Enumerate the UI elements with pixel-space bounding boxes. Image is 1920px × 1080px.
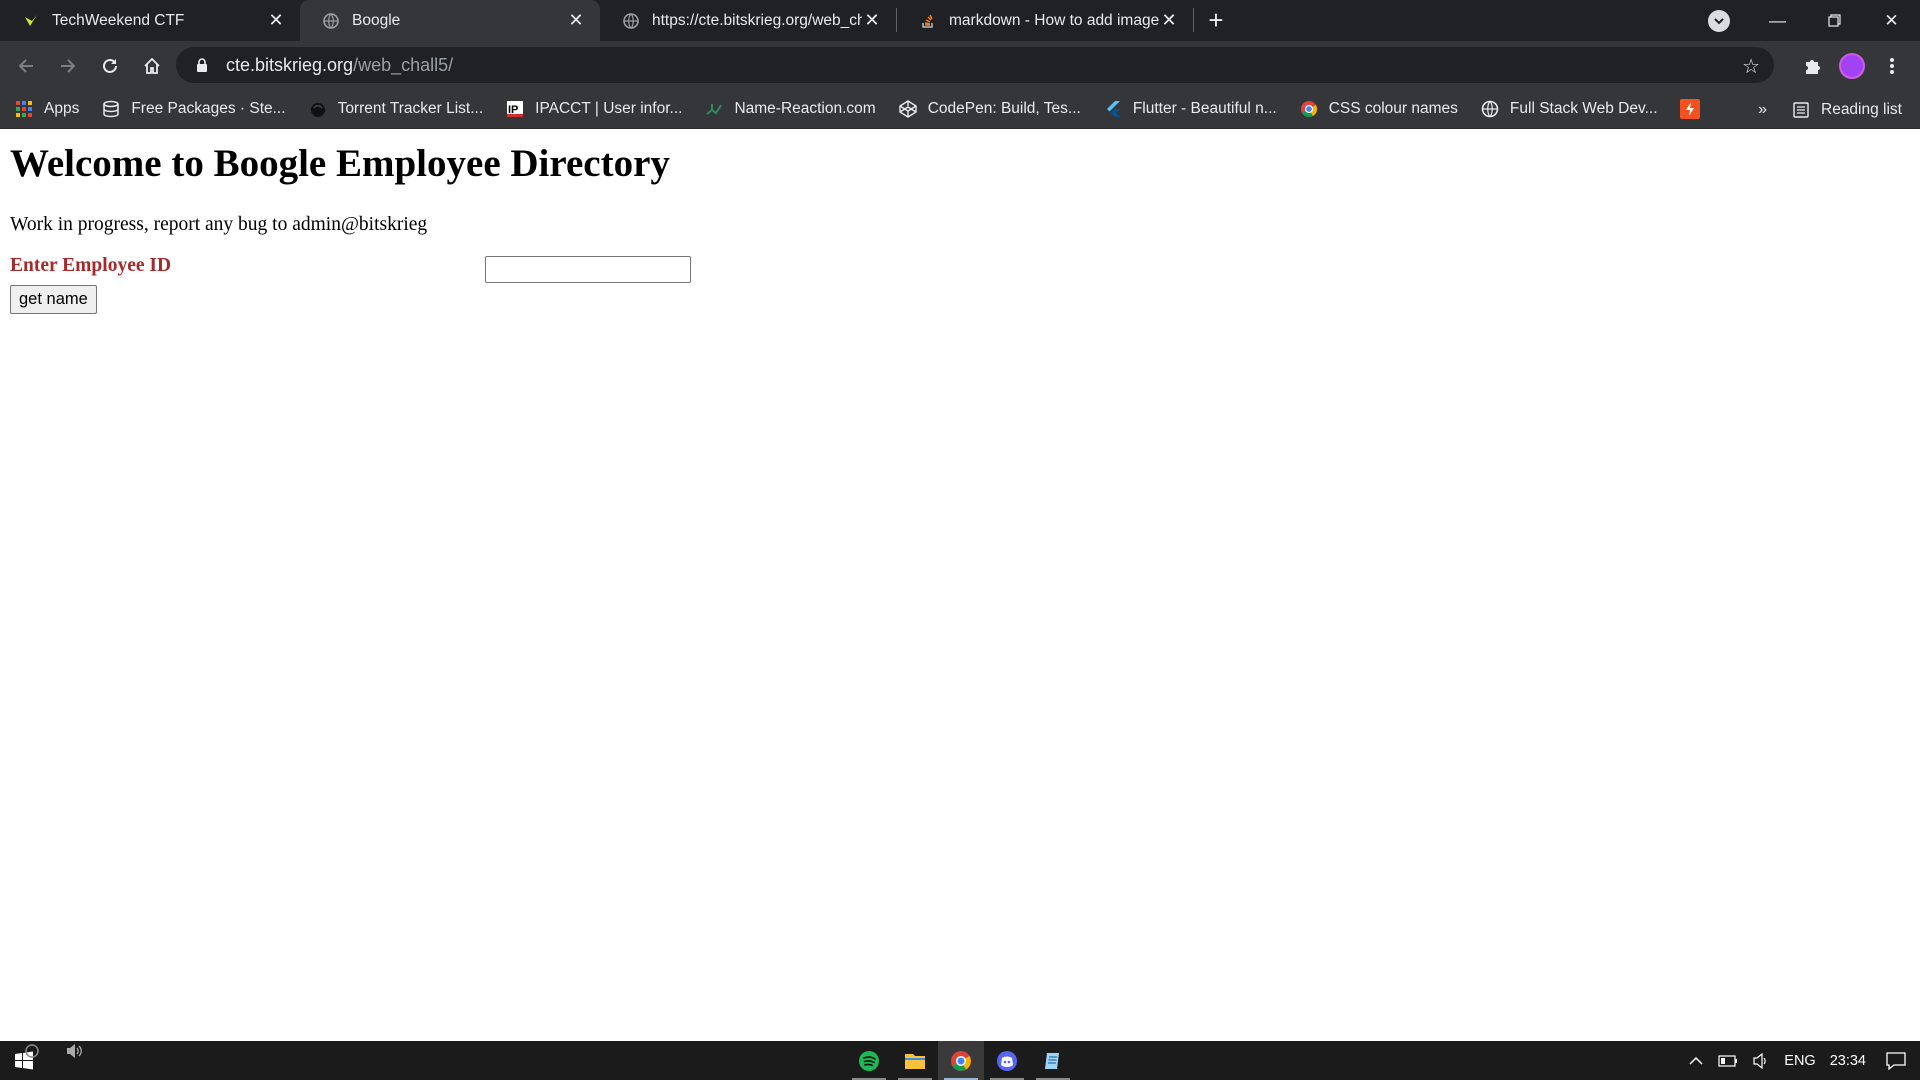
tab-title: markdown - How to add images bbox=[949, 11, 1159, 29]
toolbar-actions bbox=[1792, 41, 1920, 90]
globe-icon bbox=[322, 12, 340, 30]
close-icon[interactable]: ✕ bbox=[266, 10, 286, 31]
bookmark-star-icon[interactable]: ☆ bbox=[1742, 54, 1760, 79]
back-arrow-icon[interactable] bbox=[6, 46, 46, 86]
language-indicator[interactable]: ENG bbox=[1784, 1053, 1815, 1069]
bookmark-label: CSS colour names bbox=[1328, 100, 1458, 117]
codepen-icon bbox=[898, 99, 918, 119]
ipacct-icon: IP bbox=[505, 99, 525, 119]
forward-arrow-icon[interactable] bbox=[48, 46, 88, 86]
bookmark-label: Apps bbox=[44, 100, 80, 117]
tab-title: TechWeekend CTF bbox=[52, 11, 185, 29]
globe-icon bbox=[1480, 99, 1500, 119]
more-bookmarks-chevron-icon[interactable]: » bbox=[1758, 101, 1767, 119]
clock[interactable]: 23:34 bbox=[1830, 1053, 1866, 1069]
new-tab-button[interactable]: + bbox=[1194, 0, 1238, 41]
torrent-icon bbox=[308, 99, 328, 119]
tab-title: Boogle bbox=[352, 11, 401, 29]
address-bar[interactable]: cte.bitskrieg.org/web_chall5/ ☆ bbox=[176, 47, 1774, 83]
battery-icon[interactable] bbox=[1718, 1054, 1738, 1067]
stackoverflow-icon bbox=[919, 12, 937, 30]
bookmark-full-stack[interactable]: Full Stack Web Dev... bbox=[1480, 99, 1658, 119]
browser-toolbar: cte.bitskrieg.org/web_chall5/ ☆ bbox=[0, 41, 1920, 90]
bookmark-torrent-tracker[interactable]: Torrent Tracker List... bbox=[308, 99, 484, 119]
reading-list-icon bbox=[1791, 100, 1811, 120]
windows-taskbar: ENG 23:34 bbox=[0, 1041, 1920, 1080]
page-content: Welcome to Boogle Employee Directory Wor… bbox=[0, 129, 1920, 1041]
profile-avatar[interactable] bbox=[1832, 46, 1872, 86]
cortana-icon[interactable] bbox=[20, 1041, 44, 1061]
system-tray: ENG 23:34 bbox=[1688, 1041, 1920, 1080]
tab-web-chall5[interactable]: https://cte.bitskrieg.org/web_chall5/ ✕ bbox=[600, 0, 896, 41]
notes-icon bbox=[1042, 1050, 1064, 1072]
home-icon[interactable] bbox=[132, 46, 172, 86]
tab-strip: TechWeekend CTF ✕ Boogle ✕ https://cte.b… bbox=[0, 0, 1920, 41]
bookmark-label: CodePen: Build, Tes... bbox=[927, 100, 1081, 117]
window-controls: — ✕ bbox=[1749, 0, 1920, 41]
taskbar-file-explorer[interactable] bbox=[892, 1041, 938, 1080]
bookmark-label: Free Packages · Ste... bbox=[131, 100, 286, 117]
employee-id-input[interactable] bbox=[485, 256, 691, 283]
stack-icon bbox=[101, 99, 121, 119]
reading-list-button[interactable]: Reading list bbox=[1821, 101, 1902, 119]
bookmark-codepen[interactable]: CodePen: Build, Tes... bbox=[898, 99, 1081, 119]
taskbar-chrome[interactable] bbox=[938, 1041, 984, 1080]
close-icon[interactable]: ✕ bbox=[862, 10, 882, 31]
techweekend-favicon-icon bbox=[22, 12, 40, 30]
apps-grid-icon bbox=[14, 99, 34, 119]
menu-kebab-icon[interactable] bbox=[1872, 46, 1912, 86]
url-host: cte.bitskrieg.org bbox=[226, 54, 354, 75]
extensions-puzzle-icon[interactable] bbox=[1792, 46, 1832, 86]
bookmark-ipacct[interactable]: IP IPACCT | User infor... bbox=[505, 99, 682, 119]
employee-id-label: Enter Employee ID bbox=[10, 255, 172, 276]
chevron-up-icon[interactable] bbox=[1688, 1056, 1704, 1066]
bookmark-label: Name-Reaction.com bbox=[734, 100, 876, 117]
page-title: Welcome to Boogle Employee Directory bbox=[10, 142, 670, 185]
avatar bbox=[1839, 52, 1865, 79]
chrome-icon bbox=[950, 1050, 972, 1072]
lightning-icon bbox=[1679, 99, 1700, 119]
bookmarks-bar: Apps Free Packages · Ste... Torrent Trac… bbox=[0, 90, 1920, 129]
chrome-icon bbox=[1299, 99, 1319, 119]
bookmark-css-colour-names[interactable]: CSS colour names bbox=[1299, 99, 1458, 119]
discord-icon bbox=[996, 1050, 1018, 1072]
volume-small-icon[interactable] bbox=[62, 1041, 86, 1061]
lock-icon[interactable] bbox=[192, 55, 212, 75]
close-icon[interactable]: ✕ bbox=[1159, 10, 1179, 31]
taskbar-spotify[interactable] bbox=[846, 1041, 892, 1080]
bookmark-flutter[interactable]: Flutter - Beautiful n... bbox=[1103, 99, 1277, 119]
bookmark-label: Full Stack Web Dev... bbox=[1509, 100, 1658, 117]
spotify-icon bbox=[858, 1050, 880, 1072]
close-window-icon[interactable]: ✕ bbox=[1863, 0, 1920, 41]
url-path: /web_chall5/ bbox=[353, 54, 454, 75]
bookmark-free-packages[interactable]: Free Packages · Ste... bbox=[101, 99, 286, 119]
bookmark-apps[interactable]: Apps bbox=[14, 99, 79, 119]
reload-icon[interactable] bbox=[90, 46, 130, 86]
volume-icon[interactable] bbox=[1752, 1052, 1770, 1069]
bookmark-label: Torrent Tracker List... bbox=[337, 100, 484, 117]
taskbar-discord[interactable] bbox=[984, 1041, 1030, 1080]
flutter-icon bbox=[1103, 99, 1123, 119]
get-name-button[interactable]: get name bbox=[10, 285, 97, 314]
tab-title: https://cte.bitskrieg.org/web_chall5/ bbox=[652, 11, 862, 29]
tab-search-icon[interactable] bbox=[1708, 10, 1730, 32]
wip-note: Work in progress, report any bug to admi… bbox=[10, 214, 428, 235]
close-icon[interactable]: ✕ bbox=[566, 10, 586, 31]
tab-markdown[interactable]: markdown - How to add images ✕ bbox=[897, 0, 1193, 41]
globe-icon bbox=[622, 12, 640, 30]
tab-techweekend[interactable]: TechWeekend CTF ✕ bbox=[0, 0, 300, 41]
bookmark-label: Flutter - Beautiful n... bbox=[1132, 100, 1277, 117]
tab-boogle[interactable]: Boogle ✕ bbox=[300, 0, 600, 41]
notification-icon[interactable] bbox=[1886, 1051, 1906, 1070]
restore-icon[interactable] bbox=[1806, 0, 1863, 41]
bookmark-label: IPACCT | User infor... bbox=[535, 100, 683, 117]
minimize-icon[interactable]: — bbox=[1749, 0, 1806, 41]
taskbar-notes[interactable] bbox=[1030, 1041, 1076, 1080]
bookmarks-right: » Reading list bbox=[1758, 90, 1902, 129]
file-explorer-icon bbox=[904, 1051, 926, 1071]
bookmark-orange[interactable] bbox=[1679, 99, 1710, 119]
bookmark-name-reaction[interactable]: Name-Reaction.com bbox=[704, 99, 876, 119]
molecule-icon bbox=[704, 99, 724, 119]
